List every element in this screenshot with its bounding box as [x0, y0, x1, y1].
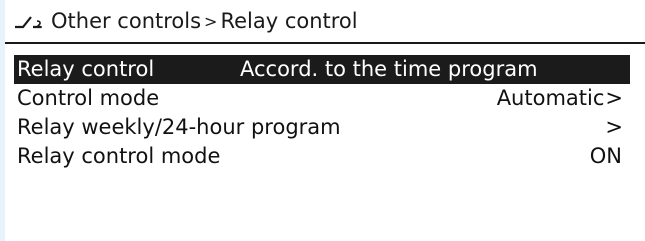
controller-screen: Other controls > Relay control Relay contr… [5, 0, 645, 241]
menu-item-value: Accord. to the time program [240, 57, 538, 81]
menu-item-control-mode[interactable]: Control mode Automatic> [14, 84, 630, 113]
menu-item-relay-control-mode[interactable]: Relay control mode ON [14, 142, 630, 171]
breadcrumb-parent[interactable]: Other controls [51, 9, 201, 33]
menu-item-value: > [604, 113, 623, 142]
chevron-right-icon: > [605, 86, 623, 110]
header-bar: Other controls > Relay control [5, 0, 645, 42]
menu-list: Relay control Accord. to the time progra… [14, 52, 630, 171]
breadcrumb-separator: > [204, 12, 218, 31]
menu-item-label: Relay control [17, 57, 155, 81]
header-divider [5, 42, 645, 44]
relay-switch-icon [15, 16, 42, 29]
breadcrumb: Other controls > Relay control [51, 0, 358, 44]
chevron-right-icon: > [605, 115, 623, 139]
menu-item-value: Automatic> [497, 84, 623, 113]
breadcrumb-current: Relay control [220, 9, 358, 33]
menu-item-label: Control mode [17, 86, 160, 110]
menu-item-label: Relay weekly/24-hour program [17, 115, 341, 139]
menu-item-label: Relay control mode [17, 144, 221, 168]
menu-item-value: ON [589, 144, 622, 168]
menu-item-relay-program[interactable]: Relay weekly/24-hour program > [14, 113, 630, 142]
menu-item-relay-control[interactable]: Relay control Accord. to the time progra… [14, 55, 630, 84]
